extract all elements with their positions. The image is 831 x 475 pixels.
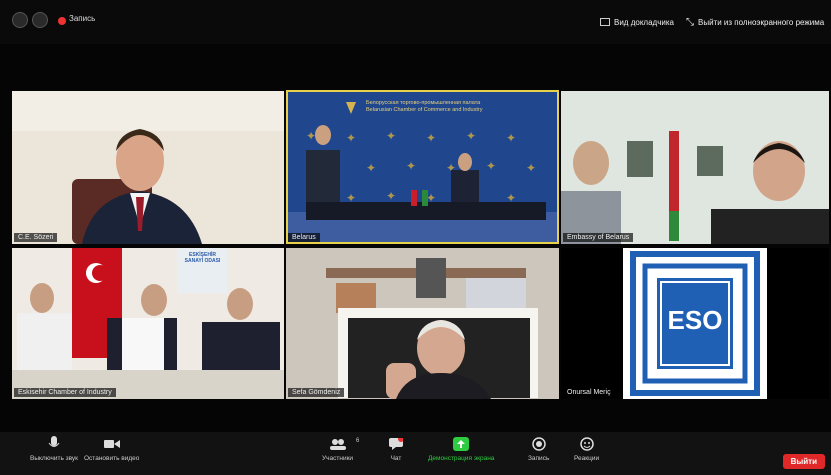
chat-icon xyxy=(388,436,404,452)
recording-indicator-icon xyxy=(58,17,66,25)
mute-label: Выключить звук xyxy=(30,455,79,462)
record-label: Запись xyxy=(528,455,550,462)
record-icon xyxy=(531,436,547,452)
svg-text:✦: ✦ xyxy=(466,129,476,143)
top-bar: Запись Вид докладчика ⤡ Выйти из полноэк… xyxy=(0,0,831,44)
participant-name: Sefa Gömdeniz xyxy=(288,388,345,397)
video-tile-6[interactable]: ESO Onursal Meriç xyxy=(561,248,829,399)
chat-button[interactable]: Чат xyxy=(388,436,404,462)
security-shield-icon[interactable] xyxy=(32,12,48,28)
participants-label: Участники xyxy=(322,455,354,462)
svg-text:✦: ✦ xyxy=(386,189,396,203)
video-camera-icon xyxy=(103,436,120,452)
speaker-view-label: Вид докладчика xyxy=(614,17,674,27)
video-tile-4[interactable]: ESKİŞEHİR SANAYİ ODASI Eskisehir Chamber… xyxy=(12,248,284,399)
exit-fullscreen-label: Выйти из полноэкранного режима xyxy=(698,17,825,27)
svg-text:✦: ✦ xyxy=(486,159,496,173)
chat-label: Чат xyxy=(390,455,402,462)
svg-text:✦: ✦ xyxy=(366,161,376,175)
reactions-button[interactable]: Реакции xyxy=(574,436,599,462)
recording-label: Запись xyxy=(69,14,96,23)
end-meeting-button[interactable]: Выйти xyxy=(782,454,825,469)
stop-video-button[interactable]: Остановить видео xyxy=(84,436,139,462)
banner-title-ru: Белорусская торгово-промышленная палата xyxy=(366,100,481,106)
participant-video xyxy=(12,248,284,399)
participant-name: Embassy of Belarus xyxy=(563,233,634,242)
stop-video-label: Остановить видео xyxy=(84,455,140,462)
video-tile-1[interactable]: C.E. Sözeri xyxy=(12,91,284,244)
share-screen-icon xyxy=(453,436,470,452)
reactions-smiley-icon xyxy=(579,436,595,452)
video-tile-3[interactable]: Embassy of Belarus xyxy=(561,91,829,244)
mute-button[interactable]: Выключить звук xyxy=(30,436,78,462)
exit-fullscreen-icon: ⤡ xyxy=(686,16,694,28)
participants-count: 6 xyxy=(356,438,360,444)
participant-name: C.E. Sözeri xyxy=(14,233,58,242)
svg-text:✦: ✦ xyxy=(506,131,516,145)
eso-logo-text: ESKİŞEHİR SANAYİ ODASI xyxy=(184,252,221,264)
participant-name: Onursal Meriç xyxy=(563,388,615,397)
record-button[interactable]: Запись xyxy=(528,436,549,462)
grid-view-icon xyxy=(600,18,610,26)
participant-video xyxy=(12,91,284,244)
microphone-icon xyxy=(46,436,62,452)
reactions-label: Реакции xyxy=(574,455,600,462)
participant-video xyxy=(286,248,559,399)
banner-title-en: Belarusian Chamber of Commerce and Indus… xyxy=(366,107,483,113)
info-icon[interactable] xyxy=(12,12,28,28)
video-tile-5[interactable]: Sefa Gömdeniz xyxy=(286,248,559,399)
svg-text:✦: ✦ xyxy=(386,129,396,143)
bottom-toolbar: Выключить звук Остановить видео Участник… xyxy=(0,432,831,475)
eso-logo-text: ESO xyxy=(667,305,723,335)
participants-icon xyxy=(329,436,346,452)
share-screen-button[interactable]: Демонстрация экрана xyxy=(428,436,494,462)
svg-text:✦: ✦ xyxy=(406,159,416,173)
share-screen-label: Демонстрация экрана xyxy=(428,455,495,462)
participant-name: Eskisehir Chamber of Industry xyxy=(14,388,116,397)
video-tile-2[interactable]: ✦✦ ✦✦ ✦✦ ✦✦ ✦✦ ✦✦ ✦✦ ✦✦ ✦✦ Белорусская т… xyxy=(286,90,559,244)
svg-text:✦: ✦ xyxy=(306,129,316,143)
exit-fullscreen-button[interactable]: ⤡ Выйти из полноэкранного режима xyxy=(686,14,824,30)
speaker-view-button[interactable]: Вид докладчика xyxy=(600,14,674,30)
participant-video xyxy=(561,91,829,244)
participant-name: Belarus xyxy=(288,233,320,242)
svg-text:✦: ✦ xyxy=(426,131,436,145)
svg-text:✦: ✦ xyxy=(346,131,356,145)
svg-text:✦: ✦ xyxy=(526,161,536,175)
participants-button[interactable]: Участники xyxy=(322,436,353,462)
